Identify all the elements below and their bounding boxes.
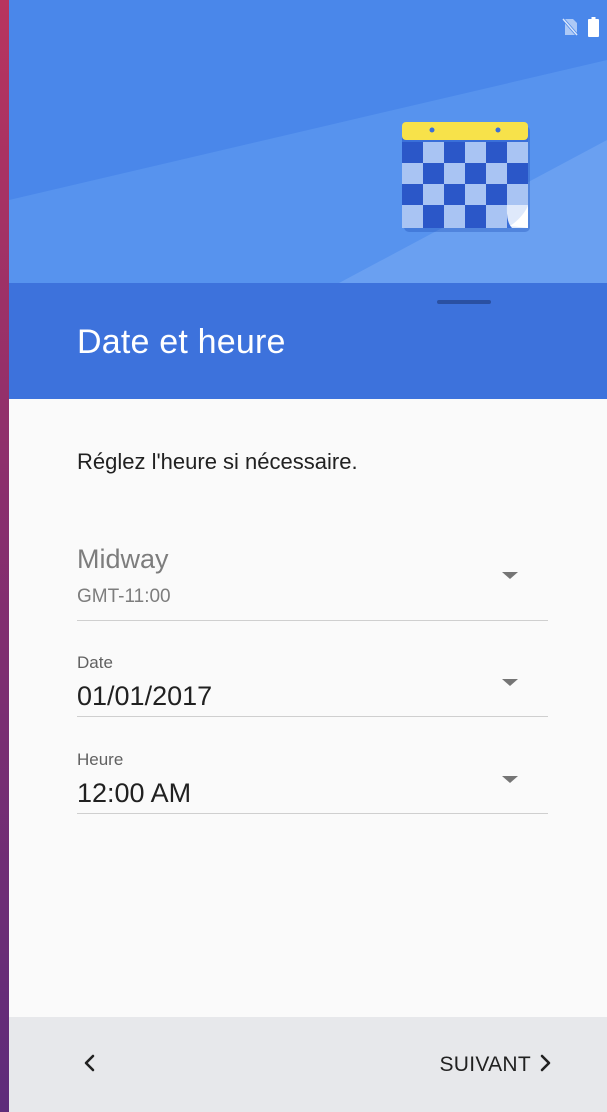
timezone-name: Midway bbox=[77, 544, 169, 574]
status-bar bbox=[561, 17, 599, 42]
next-button-label: SUIVANT bbox=[439, 1053, 531, 1076]
calendar-shadow bbox=[437, 300, 491, 304]
date-label: Date bbox=[77, 653, 113, 672]
setup-screen: Date et heure Réglez l'heure si nécessai… bbox=[9, 0, 607, 1112]
dropdown-arrow-icon bbox=[502, 679, 518, 686]
instruction-text: Réglez l'heure si nécessaire. bbox=[77, 449, 358, 474]
timezone-offset: GMT-11:00 bbox=[77, 586, 171, 607]
calendar-icon bbox=[402, 122, 542, 239]
time-value: 12:00 AM bbox=[77, 778, 192, 808]
dropdown-arrow-icon bbox=[502, 776, 518, 783]
chevron-right-icon bbox=[539, 1053, 553, 1078]
time-label: Heure bbox=[77, 750, 124, 769]
time-field[interactable]: Heure 12:00 AM bbox=[77, 750, 548, 814]
page-title: Date et heure bbox=[77, 323, 286, 361]
dropdown-arrow-icon bbox=[502, 572, 518, 579]
next-button[interactable]: SUIVANT bbox=[439, 1047, 553, 1083]
timezone-dropdown[interactable]: Midway GMT-11:00 bbox=[77, 544, 548, 621]
no-sim-icon bbox=[561, 18, 579, 41]
chevron-left-icon bbox=[82, 1053, 96, 1078]
back-button[interactable] bbox=[71, 1047, 107, 1083]
hero-banner bbox=[9, 0, 607, 283]
title-bar: Date et heure bbox=[9, 283, 607, 399]
date-value: 01/01/2017 bbox=[77, 681, 213, 711]
battery-icon bbox=[588, 17, 599, 42]
date-field[interactable]: Date 01/01/2017 bbox=[77, 653, 548, 717]
navigation-footer: SUIVANT bbox=[9, 1017, 607, 1112]
